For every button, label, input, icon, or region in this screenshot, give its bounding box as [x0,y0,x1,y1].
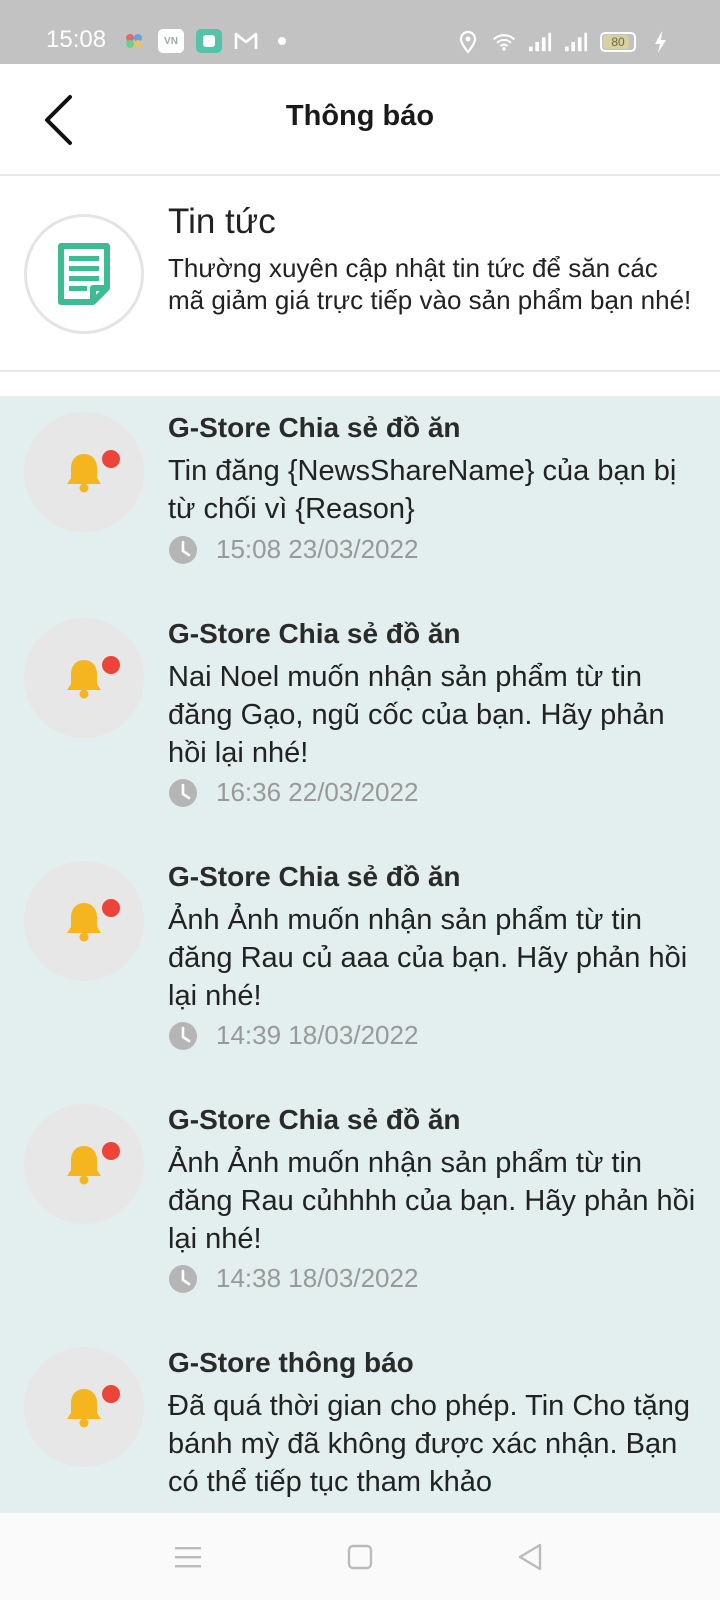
news-title: Tin tức [168,202,276,241]
vtv-app-icon: VN [158,29,184,53]
unread-dot [102,899,120,917]
clock-icon [169,778,197,807]
notification-time: 14:38 18/03/2022 [216,1263,419,1293]
news-avatar [24,214,144,334]
battery-icon: 80 [600,32,636,52]
green-app-icon [196,29,222,53]
notification-sender: G-Store Chia sẻ đồ ăn [168,618,461,649]
status-system-icons: 80 [456,30,672,54]
notification-item[interactable]: G-Store Chia sẻ đồ ăn Ảnh Ảnh muốn nhận … [0,845,720,1088]
home-button[interactable] [338,1535,382,1579]
notification-sender: G-Store Chia sẻ đồ ăn [168,412,461,443]
battery-level: 80 [611,35,625,49]
notification-item[interactable]: G-Store Chia sẻ đồ ăn Tin đăng {NewsShar… [0,396,720,602]
page-title: Thông báo [285,100,435,132]
status-time: 15:08 [46,26,107,53]
location-icon [456,30,480,54]
status-notification-icons: VN [122,29,294,53]
notification-avatar [24,1347,144,1467]
notification-time-row: 14:39 18/03/2022 [168,1020,418,1051]
notification-avatar [24,412,144,532]
notification-time-row: 14:38 18/03/2022 [168,1263,418,1294]
unread-dot [102,450,120,468]
notification-time: 15:08 23/03/2022 [216,534,419,564]
clock-icon [169,1021,197,1050]
news-category-card[interactable]: Tin tức Thường xuyên cập nhật tin tức để… [0,178,720,372]
menu-icon [175,1547,201,1568]
unread-dot [102,656,120,674]
notification-item[interactable]: G-Store thông báo Đã quá thời gian cho p… [0,1331,720,1512]
document-icon [58,243,110,305]
notification-sender: G-Store Chia sẻ đồ ăn [168,861,461,892]
unread-dot [102,1385,120,1403]
notification-avatar [24,618,144,738]
notification-avatar [24,1104,144,1224]
notification-sender: G-Store thông báo [168,1347,414,1378]
news-description: Thường xuyên cập nhật tin tức để săn các… [168,253,692,315]
notification-message: Ảnh Ảnh muốn nhận sản phẩm từ tin đăng R… [168,904,688,1012]
gmail-icon [234,29,258,53]
notification-time: 14:39 18/03/2022 [216,1020,419,1050]
clock-icon [169,1264,197,1293]
notification-time: 16:36 22/03/2022 [216,777,419,807]
notification-dot-icon [270,29,294,53]
bell-icon [67,660,101,699]
back-triangle-icon [518,1543,542,1571]
charging-icon [648,30,672,54]
clock-icon [169,535,197,564]
unread-dot [102,1142,120,1160]
signal-icon [564,30,588,54]
notification-item[interactable]: G-Store Chia sẻ đồ ăn Nai Noel muốn nhận… [0,602,720,845]
bell-icon [67,454,101,493]
bell-icon [67,1146,101,1185]
back-nav-button[interactable] [508,1535,552,1579]
signal-icon [528,30,552,54]
menu-button[interactable] [166,1535,210,1579]
bell-icon [67,1389,101,1428]
notification-sender: G-Store Chia sẻ đồ ăn [168,1104,461,1135]
system-navigation-bar [0,1512,720,1600]
wifi-icon [492,30,516,54]
photos-icon [122,29,146,53]
app-header: Thông báo [0,64,720,176]
notification-time-row: 15:08 23/03/2022 [168,534,418,565]
notification-message: Ảnh Ảnh muốn nhận sản phẩm từ tin đăng R… [168,1147,696,1255]
notification-message: Nai Noel muốn nhận sản phẩm từ tin đăng … [168,661,665,769]
notification-message: Tin đăng {NewsShareName} của bạn bị từ c… [168,455,677,525]
notification-item[interactable]: G-Store Chia sẻ đồ ăn Ảnh Ảnh muốn nhận … [0,1088,720,1331]
status-bar: 15:08 VN 80 [0,0,720,64]
bell-icon [67,903,101,942]
notification-avatar [24,861,144,981]
notification-time-row: 16:36 22/03/2022 [168,777,418,808]
notification-message: Đã quá thời gian cho phép. Tin Cho tặng … [168,1390,691,1498]
home-square-icon [347,1544,373,1570]
notification-list[interactable]: G-Store Chia sẻ đồ ăn Tin đăng {NewsShar… [0,396,720,1512]
